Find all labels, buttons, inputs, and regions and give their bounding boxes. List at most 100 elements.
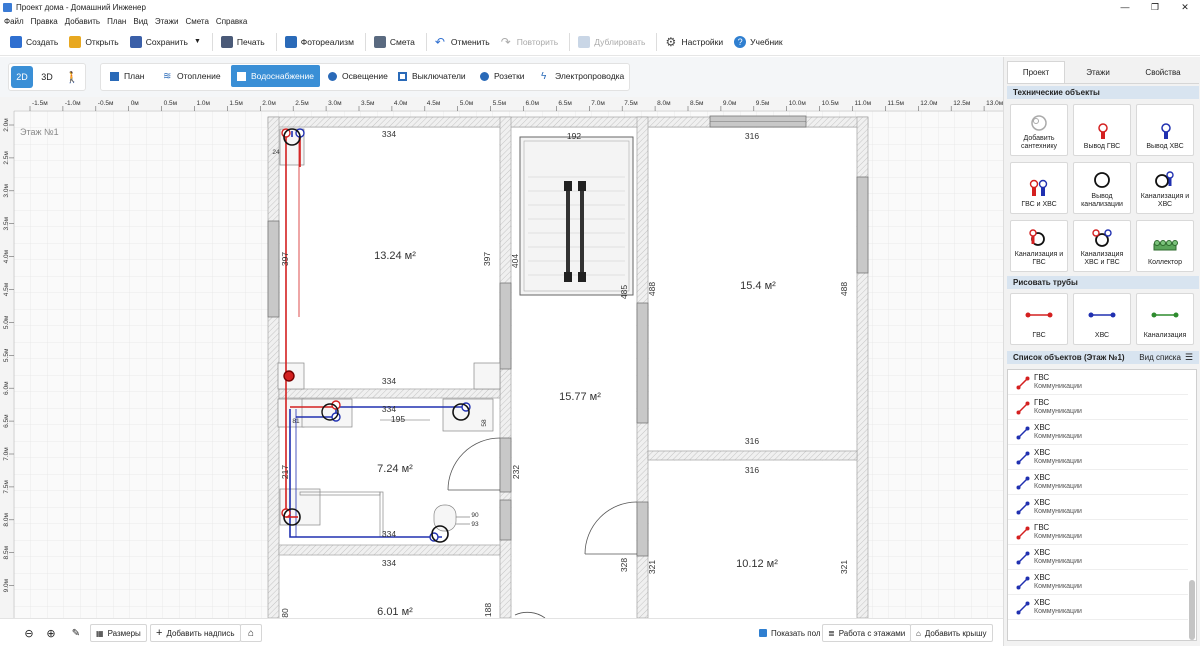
ruler-label: 11.5м [887,100,904,107]
menu-view[interactable]: Вид [133,17,147,26]
menu-add[interactable]: Добавить [65,17,100,26]
tab-floors[interactable]: Этажи [1068,61,1128,83]
menu-help[interactable]: Справка [216,17,247,26]
menu-plan[interactable]: План [107,17,126,26]
list-item[interactable]: ГВС Коммуникации [1008,520,1188,545]
walk-icon[interactable]: 🚶 [61,66,83,88]
main-toolbar: Создать Открыть Сохранить ▼ Печать Фоторе… [0,28,1200,56]
ruler-label: 8.5м [3,545,10,559]
tech-objects-header: Технические объекты [1007,86,1199,99]
ruler-label: 6.0м [3,381,10,395]
duplicate-button[interactable]: Дублировать [574,31,649,53]
tile-collector[interactable]: Коллектор [1136,220,1194,272]
lightning-icon: ϟ [541,70,547,82]
staircase [519,136,634,296]
open-button[interactable]: Открыть [65,31,122,53]
photoreal-button[interactable]: Фотореализм [281,31,358,53]
pipe-item-icon [1016,601,1030,615]
dimensions-button[interactable]: ▦ Размеры [90,624,147,642]
show-floor-checkbox[interactable]: Показать пол [754,624,826,642]
image-icon [284,35,297,48]
add-label-button[interactable]: + Добавить надпись [150,624,241,642]
print-button[interactable]: Печать [217,31,269,53]
tab-project[interactable]: Проект [1007,61,1065,83]
list-item-name: ХВС [1034,548,1051,557]
menu-estimate[interactable]: Смета [185,17,208,26]
ruler-icon[interactable]: ✎ [66,624,86,642]
menu-floors[interactable]: Этажи [155,17,179,26]
tile-sewer-outlet[interactable]: Вывод канализации [1073,162,1131,214]
tile-sewer-cold[interactable]: Канализация и ХВС [1136,162,1194,214]
tab-properties[interactable]: Свойства [1131,61,1195,83]
tile-pipe-hot[interactable]: ГВС [1010,293,1068,345]
object-list[interactable]: ГВС Коммуникации ГВС Коммуникации ХВС Коммуни… [1007,369,1197,641]
ruler-label: -1.0м [65,100,81,107]
list-item-type: Коммуникации [1034,458,1082,465]
list-item[interactable]: ГВС Коммуникации [1008,370,1188,395]
list-item[interactable]: ХВС Коммуникации [1008,495,1188,520]
tile-cold-outlet[interactable]: Вывод ХВС [1136,104,1194,156]
nav-water[interactable]: Водоснабжение [231,65,320,87]
plus-icon: + [156,627,163,639]
object-list-header: Список объектов (Этаж №1) Вид списка ☰ [1007,351,1199,364]
maximize-button[interactable]: ❐ [1140,0,1170,14]
save-button[interactable]: Сохранить ▼ [126,31,205,53]
list-item-name: ХВС [1034,573,1051,582]
nav-switches[interactable]: Выключатели [392,65,472,87]
view-3d-button[interactable]: 3D [36,66,58,88]
floppy-icon [129,35,142,48]
list-item[interactable]: ХВС Коммуникации [1008,445,1188,470]
redo-button[interactable]: ↷ Повторить [497,31,563,53]
list-item[interactable]: ГВС Коммуникации [1008,395,1188,420]
nav-sockets[interactable]: Розетки [474,65,531,87]
tutorial-button[interactable]: ? Учебник [730,31,787,53]
dimension-label: 321 [839,560,849,574]
chevron-down-icon[interactable]: ▼ [194,38,201,45]
nav-heating[interactable]: ≋ Отопление [157,65,227,87]
view-2d-button[interactable]: 2D [11,66,33,88]
tile-hot-outlet[interactable]: Вывод ГВС [1073,104,1131,156]
list-item[interactable]: ХВС Коммуникации [1008,420,1188,445]
floors-work-button[interactable]: ≣ Работа с этажами [822,624,912,642]
nav-lighting[interactable]: Освещение [322,65,394,87]
undo-button[interactable]: ↶ Отменить [431,31,494,53]
add-roof-button[interactable]: ⌂ Добавить крышу [910,624,993,642]
tile-pipe-sewer[interactable]: Канализация [1136,293,1194,345]
settings-button[interactable]: ⚙ Настройки [661,31,727,53]
heat-icon: ≋ [163,70,172,82]
tile-sewer-cold-hot[interactable]: Канализация ХВС и ГВС [1073,220,1131,272]
tile-hot-cold[interactable]: ГВС и ХВС [1010,162,1068,214]
close-button[interactable]: ✕ [1170,0,1200,14]
room-area-label: 15.77 м² [559,391,601,403]
pipe-item-icon [1016,501,1030,515]
bulb-icon [328,71,337,81]
nav-wiring[interactable]: ϟ Электропроводка [535,65,630,87]
plan-canvas[interactable]: -1.5м -1.0м -0.5м 0м 0.5м 1.0м 1.5м 2.0м 2.5м 3.0… [0,97,1003,618]
tile-pipe-cold[interactable]: ХВС [1073,293,1131,345]
ruler-label: 10.0м [789,100,807,107]
zoom-in-icon[interactable]: ⊕ [42,624,60,642]
list-item[interactable]: ХВС Коммуникации [1008,470,1188,495]
tile-sewer-hot[interactable]: Канализация и ГВС [1010,220,1068,272]
list-item[interactable]: ХВС Коммуникации [1008,545,1188,570]
list-item[interactable]: ХВС Коммуникации [1008,595,1188,620]
scrollbar-thumb[interactable] [1189,580,1195,640]
tile-add-plumbing[interactable]: Добавить сантехнику [1010,104,1068,156]
list-item[interactable]: ХВС Коммуникации [1008,570,1188,595]
ruler-label: 7.0м [3,447,10,461]
menu-file[interactable]: Файл [4,17,24,26]
list-icon: ☰ [1184,352,1193,362]
ruler-label: 10.5м [822,100,840,107]
menu-edit[interactable]: Правка [31,17,58,26]
estimate-button[interactable]: Смета [370,31,419,53]
ruler-label: 7.5м [3,480,10,494]
list-item-type: Коммуникации [1034,508,1082,515]
zoom-out-icon[interactable]: ⊖ [20,624,38,642]
right-panel: Проект Этажи Свойства Технические объект… [1003,57,1200,646]
create-button[interactable]: Создать [6,31,62,53]
minimize-button[interactable]: — [1110,0,1140,14]
floor-plan-drawing[interactable]: -1.5м -1.0м -0.5м 0м 0.5м 1.0м 1.5м 2.0м 2.5м 3.0… [0,97,1003,618]
home-icon[interactable]: ⌂ [240,624,262,642]
nav-plan[interactable]: План [104,65,151,87]
list-view-toggle[interactable]: Вид списка ☰ [1139,352,1193,363]
